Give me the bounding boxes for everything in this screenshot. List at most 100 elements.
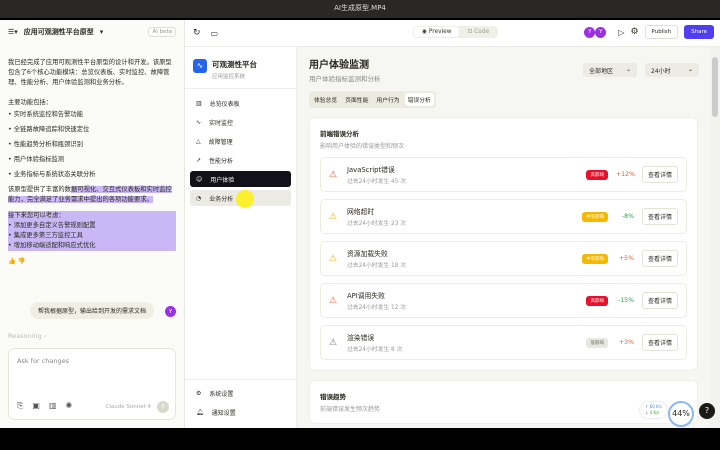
sparkle-icon[interactable]: ✺ [66, 401, 73, 411]
view-details-button[interactable]: 查看详情 [641, 334, 678, 351]
impact-badge: 低影响 [586, 337, 608, 348]
impact-badge: 高影响 [586, 169, 608, 180]
scrollbar[interactable] [710, 47, 720, 428]
send-button[interactable]: ↑ [157, 401, 169, 413]
next-steps: 接下来您可以考虑： • 添加更多自定义告警规则配置 • 集成更多第三方监控工具 • 增… [8, 211, 176, 251]
sidebar-item-system-settings[interactable]: ⚙ 系统设置 [190, 385, 291, 401]
feature-item: • 全链路故障追踪和快速定位 [8, 126, 90, 133]
error-count: 过去24小时发生 8 次 [347, 347, 403, 353]
thumbs-up-icon[interactable]: 👍 [8, 258, 16, 265]
input-placeholder: Ask for changes [17, 357, 69, 365]
error-name: 网络超时 [347, 208, 375, 216]
app: ☰▾ 应用可观测性平台原型 ▾ AI beta 我已经完成了应用可观测性平台原型的… [0, 20, 720, 428]
trend-icon: ↗ [196, 156, 202, 164]
network-speed: ↑ 60 K/s ↓ 4 K/s [640, 402, 668, 418]
toolbar: ↻ ▭ ◉ Preview ⊡ Code YY ▷ ⚙ Publish Share [185, 20, 720, 47]
error-count: 过去24小时发生 18 次 [347, 263, 407, 269]
range-select[interactable]: 24小时 ⌄ [645, 63, 699, 77]
beta-badge: AI beta [148, 27, 176, 37]
chat-input[interactable]: Ask for changes ⎘ ▣ ▥ ✺ Claude Sonnet 4 ↑ [8, 348, 176, 420]
brand-name: 可观测性平台 [212, 60, 257, 69]
thumbs-down-icon[interactable]: 👎 [18, 258, 26, 265]
change-value: +5% [618, 255, 634, 262]
card-subtitle: 影响用户体验的错误类型和频次 [320, 143, 405, 150]
view-details-button[interactable]: 查看详情 [641, 166, 678, 183]
sidebar-item-user-experience[interactable]: ☺ 用户体验 [190, 171, 291, 187]
logo-icon: ∿ [193, 59, 207, 73]
feature-item: • 业务指标与系统状态关联分析 [8, 171, 96, 178]
assistant-message: 我已经完成了应用可观测性平台原型的设计和开发。该原型包含了6个核心功能模块：总览… [0, 58, 184, 267]
error-row: ⚠ API调用失败 过去24小时发生 12 次 高影响 -15% 查看详情 [320, 283, 687, 318]
refresh-icon[interactable]: ↻ [193, 28, 201, 38]
view-details-button[interactable]: 查看详情 [641, 292, 678, 309]
bell-icon: 🔔︎ [196, 408, 204, 416]
project-title[interactable]: 应用可观测性平台原型 [24, 27, 94, 37]
brand-sub: 应用监控系统 [212, 74, 246, 80]
activity-icon: ∿ [196, 118, 202, 126]
window-title: AI生成原型.MP4 [0, 0, 720, 18]
menu-icon[interactable]: ☰▾ [8, 28, 18, 36]
sidebar-item-realtime[interactable]: ∿ 实时监控 [190, 114, 291, 130]
tab-page-performance[interactable]: 页面性能 [342, 93, 371, 106]
card-title: 前端错误分析 [320, 130, 359, 138]
app-sidebar: ∿ 可观测性平台 应用监控系统 ▥ 总览仪表板 ∿ 实时监控 △ 故障管理 ↗ 性能分析 ☺… [185, 47, 297, 428]
sidebar-item-overview[interactable]: ▥ 总览仪表板 [190, 95, 291, 111]
tab-preview[interactable]: ◉ Preview [414, 27, 460, 37]
user-avatar: Y [165, 306, 176, 317]
error-name: 渲染错误 [347, 334, 375, 342]
summary-text: 该原型提供了丰富的数据可视化、交互式仪表板和实时监控能力，完全满足了业务需求中提… [8, 186, 172, 203]
collaborator-avatar: Y [595, 26, 607, 38]
features-title: 主要功能包括： [8, 99, 53, 106]
region-select[interactable]: 全部地区 ⌄ [583, 63, 637, 77]
share-button[interactable]: Share [684, 25, 714, 39]
book-icon[interactable]: ▥ [49, 401, 57, 411]
warning-icon: ⚠ [329, 253, 338, 264]
sidebar-item-incidents[interactable]: △ 故障管理 [190, 133, 291, 149]
collaborator-avatar: Y [584, 26, 596, 38]
page-subtitle: 用户体验指标监测和分析 [309, 75, 381, 83]
tab-user-behavior[interactable]: 用户行为 [373, 93, 402, 106]
chevron-down-icon[interactable]: ▾ [100, 28, 104, 36]
feature-item: • 性能趋势分析和瓶颈识别 [8, 141, 83, 148]
error-row: ⚠ 资源加载失败过去24小时发生 18 次 中等影响 +5% 查看详情 [320, 241, 687, 276]
cursor-highlight [236, 190, 254, 208]
error-name: 资源加载失败 [347, 250, 388, 258]
sidebar-item-notification-settings[interactable]: 🔔︎ 通知设置 [190, 404, 291, 420]
impact-badge: 中等影响 [581, 253, 608, 264]
tab-code[interactable]: ⊡ Code [459, 27, 497, 37]
impact-badge: 中等影响 [581, 211, 608, 222]
chat-panel: ☰▾ 应用可观测性平台原型 ▾ AI beta 我已经完成了应用可观测性平台原型的… [0, 20, 185, 428]
tab-error-analysis[interactable]: 错误分析 [404, 93, 434, 106]
sidebar-item-performance[interactable]: ↗ 性能分析 [190, 152, 291, 168]
publish-button[interactable]: Publish [644, 25, 679, 39]
page-title: 用户体验监测 [309, 60, 369, 71]
gear-icon: ⚙ [196, 389, 202, 397]
users-icon: ☺ [196, 175, 203, 183]
chat-header: ☰▾ 应用可观测性平台原型 ▾ AI beta [0, 20, 184, 44]
change-value: +3% [618, 339, 634, 346]
user-message: 帮我根据原型，输出给到开发的需求文档 [30, 302, 155, 319]
cpu-gauge: 44% [668, 401, 694, 427]
view-details-button[interactable]: 查看详情 [641, 250, 678, 267]
view-details-button[interactable]: 查看详情 [641, 208, 678, 225]
image-icon[interactable]: ▣ [32, 401, 40, 411]
change-value: -15% [617, 297, 634, 304]
trend-card: 错误趋势 前端错误发生频次趋势 [309, 380, 698, 424]
model-selector[interactable]: Claude Sonnet 4 [106, 404, 151, 410]
card-title: 错误趋势 [320, 393, 346, 401]
tab-overview[interactable]: 体验总览 [311, 93, 340, 106]
reasoning-toggle[interactable]: Reasoning › [8, 332, 46, 340]
gear-icon[interactable]: ⚙ [630, 27, 638, 37]
panel-icon[interactable]: ▭ [211, 29, 219, 38]
tabs: 体验总览 页面性能 用户行为 错误分析 [309, 91, 436, 108]
feature-item: • 用户体验指标监测 [8, 156, 65, 163]
error-row: ⚠ 网络超时 过去24小时发生 23 次 中等影响 -8% 查看详情 [320, 199, 687, 234]
error-count: 过去24小时发生 12 次 [347, 305, 407, 311]
play-icon[interactable]: ▷ [618, 28, 624, 37]
errors-card: 前端错误分析 影响用户体验的错误类型和频次 ⚠ JavaScript错误 过去24… [309, 117, 698, 371]
warning-icon: ⚠ [329, 337, 338, 348]
feature-item: • 实时系统监控和告警功能 [8, 111, 83, 118]
attach-icon[interactable]: ⎘ [17, 401, 23, 411]
help-button[interactable]: ? [699, 403, 715, 419]
warning-icon: ⚠ [329, 295, 338, 306]
